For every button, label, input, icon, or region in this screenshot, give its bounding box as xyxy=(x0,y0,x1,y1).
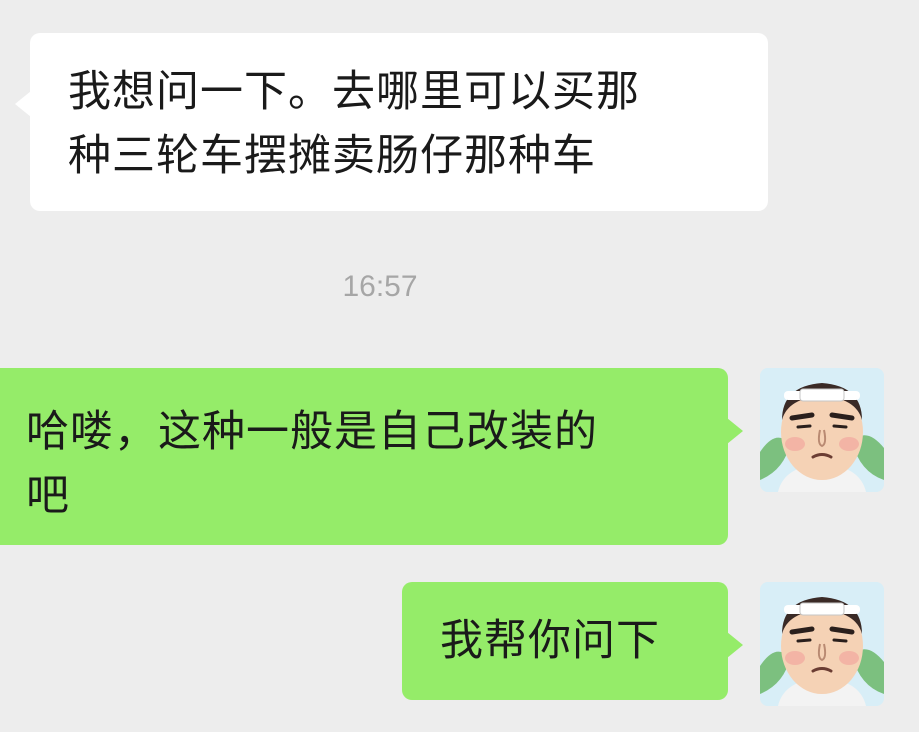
message-text-line: 吧 xyxy=(26,471,70,521)
avatar[interactable] xyxy=(760,582,884,706)
message-text-line: 我想问一下。去哪里可以买那 xyxy=(68,67,640,117)
message-timestamp: 16:57 xyxy=(342,270,418,303)
message-bubble-incoming[interactable]: 我想问一下。去哪里可以买那 种三轮车摆摊卖肠仔那种车 xyxy=(15,33,768,211)
message-text-line: 哈喽，这种一般是自己改装的 xyxy=(26,407,598,457)
cartoon-face-avatar-icon xyxy=(760,368,884,492)
cartoon-face-avatar-icon xyxy=(760,582,884,706)
message-bubble-outgoing[interactable]: 我帮你问下 xyxy=(402,582,743,700)
message-text-line: 我帮你问下 xyxy=(440,616,660,666)
message-bubble-outgoing[interactable]: 哈喽，这种一般是自己改装的 吧 xyxy=(0,368,743,545)
avatar[interactable] xyxy=(760,368,884,492)
message-text-line: 种三轮车摆摊卖肠仔那种车 xyxy=(68,131,596,181)
